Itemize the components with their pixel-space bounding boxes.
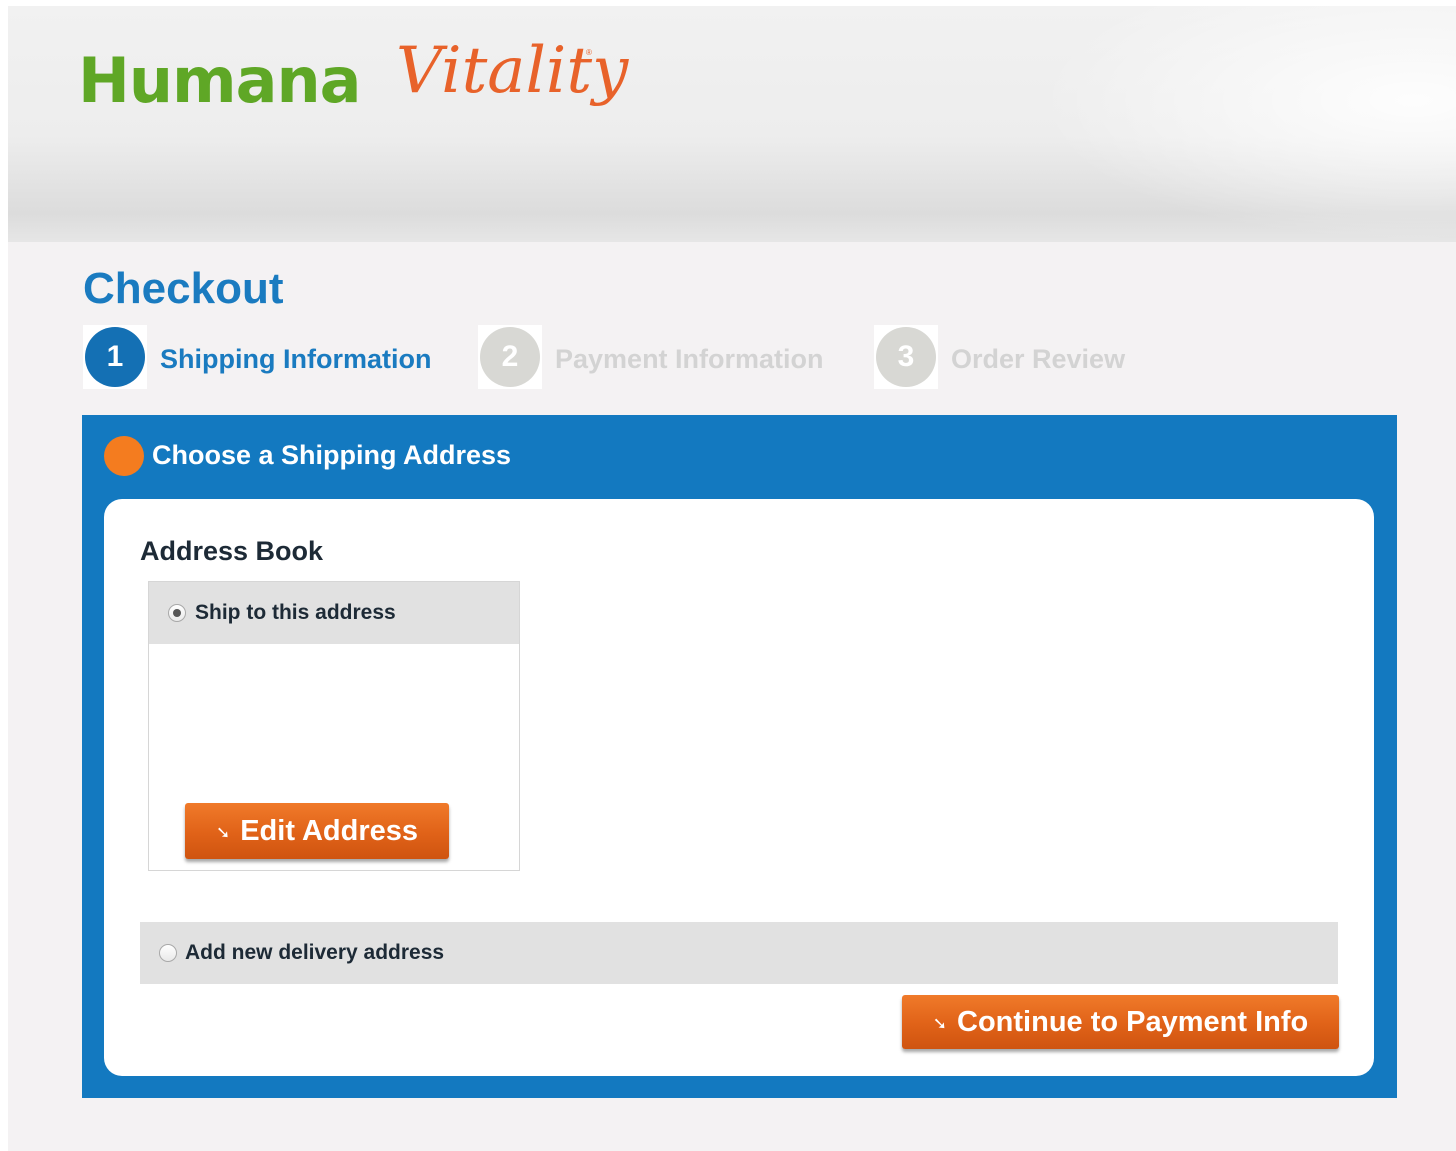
arrow-down-right-icon: ➘: [932, 1013, 948, 1033]
add-new-address-row[interactable]: Add new delivery address: [140, 922, 1338, 984]
step-label: Order Review: [951, 344, 1126, 374]
ship-to-address-radio[interactable]: [168, 604, 186, 622]
add-new-address-label[interactable]: Add new delivery address: [185, 941, 444, 965]
address-card: Ship to this address ➘ Edit Address: [148, 581, 520, 871]
panel-content: Address Book Ship to this address ➘ Edit…: [104, 499, 1374, 1076]
edit-address-button[interactable]: ➘ Edit Address: [185, 803, 449, 859]
edit-address-label: Edit Address: [240, 814, 419, 847]
step-label: Shipping Information: [160, 344, 432, 374]
header-banner: Humana Vitality ®: [8, 6, 1456, 242]
step-number: 2: [480, 327, 540, 387]
arrow-down-right-icon: ➘: [215, 822, 231, 842]
step-number: 1: [85, 327, 145, 387]
step-number-badge: 1: [83, 325, 147, 389]
step-number-badge: 3: [874, 325, 938, 389]
logo-vitality-text: Vitality: [396, 34, 629, 108]
logo-trademark: ®: [586, 48, 592, 57]
checkout-page: Humana Vitality ® Checkout 1 Shipping In…: [8, 6, 1456, 1151]
orange-dot-icon: [104, 436, 144, 476]
ship-to-address-label[interactable]: Ship to this address: [195, 601, 396, 625]
page-title: Checkout: [83, 264, 284, 313]
step-number: 3: [876, 327, 936, 387]
continue-button-label: Continue to Payment Info: [957, 1005, 1309, 1038]
address-card-header[interactable]: Ship to this address: [149, 582, 519, 644]
panel-title: Choose a Shipping Address: [152, 440, 512, 470]
add-new-address-radio[interactable]: [159, 944, 177, 962]
address-book-title: Address Book: [140, 536, 324, 566]
logo-humana-text: Humana: [78, 44, 361, 117]
step-number-badge: 2: [478, 325, 542, 389]
shipping-address-panel: Choose a Shipping Address Address Book S…: [82, 415, 1397, 1098]
checkout-steps: 1 Shipping Information 2 Payment Informa…: [83, 325, 1283, 389]
step-label: Payment Information: [555, 344, 824, 374]
continue-to-payment-button[interactable]: ➘ Continue to Payment Info: [902, 995, 1339, 1049]
